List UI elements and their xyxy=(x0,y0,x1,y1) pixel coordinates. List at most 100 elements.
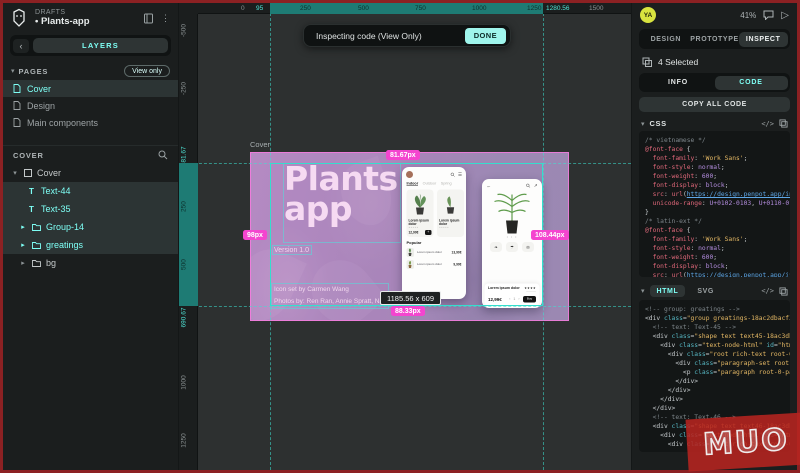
leaf-decoration xyxy=(299,247,387,321)
zoom-level[interactable]: 41% xyxy=(740,11,756,20)
layer-row-text-35[interactable]: T Text-35 xyxy=(3,200,178,218)
tab-inspect[interactable]: INSPECT xyxy=(739,32,788,47)
phone-avatar xyxy=(406,171,413,178)
popular-title: Lorem ipsum dolor xyxy=(417,263,450,266)
collapse-sidebar-button[interactable]: ‹ xyxy=(13,39,29,53)
library-icon[interactable] xyxy=(143,13,154,24)
search-icon[interactable] xyxy=(158,150,168,160)
page-icon xyxy=(13,84,21,93)
avatar[interactable]: YA xyxy=(640,7,656,23)
layers-section-header: COVER xyxy=(13,151,158,160)
ruler-tick-label: 1000 xyxy=(472,5,486,12)
done-button[interactable]: DONE xyxy=(465,28,506,44)
selection-size-chip: 1185.56 x 609 xyxy=(380,291,441,305)
tab-html[interactable]: HTML xyxy=(650,285,686,297)
expand-code-icon[interactable]: </> xyxy=(761,287,774,295)
tab-layers[interactable]: LAYERS xyxy=(33,38,168,53)
pages-header: PAGES xyxy=(19,67,125,76)
css-section-header: CSS xyxy=(650,119,667,128)
measure-badge-left: 98px xyxy=(243,230,267,240)
tab-design[interactable]: DESIGN xyxy=(642,32,691,47)
layer-row-cover-board[interactable]: ▾ Cover xyxy=(3,164,178,182)
code-line: <div class="root rich-text root-0" style xyxy=(645,350,784,359)
code-line: font-weight: 600; xyxy=(645,172,784,181)
care-option-button: ❧ xyxy=(490,242,502,252)
code-line: <div class="text-node-html" id="html-tex… xyxy=(645,341,784,350)
caret-icon[interactable]: ▸ xyxy=(19,223,27,231)
group-icon xyxy=(32,259,41,267)
measure-badge-top: 81.67px xyxy=(386,150,420,160)
measure-badge-right: 108.44px xyxy=(531,230,569,240)
ruler-corner xyxy=(179,3,198,14)
tab-svg[interactable]: SVG xyxy=(690,285,721,297)
board-name-label[interactable]: Cover xyxy=(250,140,270,149)
code-line: /* latin-ext */ xyxy=(645,217,784,226)
palm-plant-image xyxy=(491,190,534,236)
code-line: /* vietnamese */ xyxy=(645,136,784,145)
code-line: </div> xyxy=(645,395,784,404)
code-line: <p class="paragraph root-0-paragraph" xyxy=(645,368,784,377)
phone-mockup-home[interactable]: ☰ Indoor Outdoor Spring xyxy=(402,167,466,299)
layer-row-group-14[interactable]: ▸ greatings Group-14 xyxy=(3,218,178,236)
code-line: font-display: block; xyxy=(645,262,784,271)
popular-row: Lorem ipsum dolor 13,90€ xyxy=(402,247,466,259)
mode-tab-bar: DESIGN PROTOTYPE INSPECT xyxy=(639,29,790,49)
ruler-tick-label: 1280.56 xyxy=(546,5,570,12)
caret-icon[interactable]: ▸ xyxy=(19,259,27,267)
headline-text[interactable]: Plants app xyxy=(284,164,409,224)
toast-message: Inspecting code (View Only) xyxy=(316,31,457,41)
app-window: DRAFTS • Plants-app ⋮ ‹ LAYERS ▾ PAGES V… xyxy=(0,0,800,473)
ruler-tick-label: 250 xyxy=(300,5,311,12)
canvas-viewport[interactable]: 095250500750100012501280.561500 -500-250… xyxy=(179,3,631,470)
caret-icon[interactable]: ▾ xyxy=(11,169,19,177)
layer-row-bg[interactable]: ▸ bg xyxy=(3,254,178,272)
caret-icon[interactable]: ▸ xyxy=(19,241,27,249)
markup-caret-icon[interactable]: ▾ xyxy=(641,287,645,295)
text-icon: T xyxy=(27,205,36,214)
tab-info[interactable]: INFO xyxy=(642,76,715,90)
page-icon xyxy=(13,118,21,127)
horizontal-ruler[interactable]: 095250500750100012501280.561500 xyxy=(179,3,631,14)
css-code-block[interactable]: /* vietnamese */@font-face { font-family… xyxy=(639,131,790,277)
leaf-decoration xyxy=(333,156,400,233)
project-name[interactable]: • Plants-app xyxy=(35,17,137,27)
tab-code[interactable]: CODE xyxy=(715,76,788,90)
layer-row-text-44[interactable]: T Text-44 xyxy=(3,182,178,200)
left-sidebar: DRAFTS • Plants-app ⋮ ‹ LAYERS ▾ PAGES V… xyxy=(3,3,179,470)
code-line: } xyxy=(645,208,784,217)
phone-mockup-detail[interactable]: ← ↗ xyxy=(482,179,542,308)
css-caret-icon[interactable]: ▾ xyxy=(641,120,645,128)
menu-dots-icon[interactable]: ⋮ xyxy=(161,13,170,24)
code-line: </div> xyxy=(645,386,784,395)
copy-icon[interactable] xyxy=(779,287,788,296)
page-item-design[interactable]: Design xyxy=(3,97,178,114)
sidebar-tab-bar: ‹ LAYERS xyxy=(10,35,171,56)
ruler-tick-label: 250 xyxy=(181,192,188,222)
add-to-cart-button: + xyxy=(425,230,432,235)
version-text[interactable]: Version 1.0 xyxy=(274,247,309,254)
comments-icon[interactable] xyxy=(763,10,774,20)
ruler-tick-label: 690.67 xyxy=(181,303,188,333)
vertical-ruler[interactable]: -500-25081.67250500690.6710001250 xyxy=(179,14,198,470)
copy-icon[interactable] xyxy=(779,119,788,128)
code-line: @font-face { xyxy=(645,145,784,154)
copy-all-code-button[interactable]: COPY ALL CODE xyxy=(639,97,790,112)
present-icon[interactable]: ▷ xyxy=(781,10,789,21)
text-icon: T xyxy=(27,187,36,196)
popular-price: 9,90€ xyxy=(453,263,461,267)
ruler-tick-label: 81.67 xyxy=(181,140,188,170)
tab-prototype[interactable]: PROTOTYPE xyxy=(690,32,739,47)
care-option-button: ◎ xyxy=(522,242,534,252)
ruler-tick-label: 500 xyxy=(358,5,369,12)
popular-row: Lorem ipsum dolor 9,90€ xyxy=(402,259,466,271)
icon-credit-text[interactable]: Icon set by Carmen Wang xyxy=(274,286,349,293)
code-line: <div class="shape text text45-18ac3dbbde… xyxy=(645,332,784,341)
selection-icon xyxy=(642,57,652,67)
page-item-main-components[interactable]: Main components xyxy=(3,114,178,131)
code-line: font-style: normal; xyxy=(645,163,784,172)
page-item-cover[interactable]: Cover xyxy=(3,80,178,97)
layer-row-greatings[interactable]: ▸ greatings xyxy=(3,236,178,254)
pages-caret-icon[interactable]: ▾ xyxy=(11,67,15,75)
ruler-tick-label: -500 xyxy=(181,16,188,46)
expand-code-icon[interactable]: </> xyxy=(761,120,774,128)
